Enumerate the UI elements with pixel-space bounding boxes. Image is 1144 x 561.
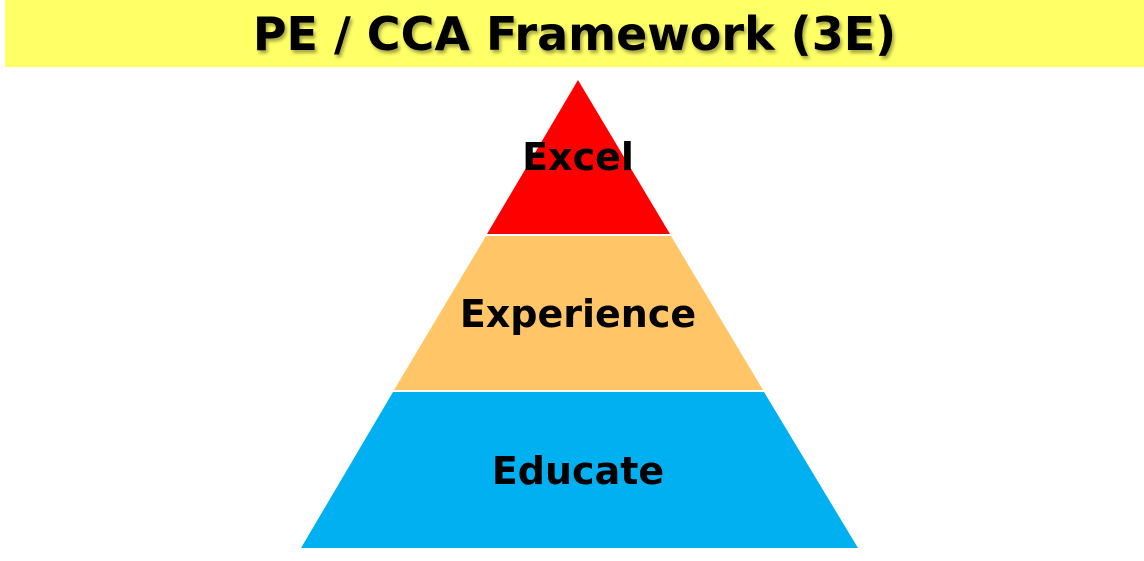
tier-educate-label: Educate <box>492 449 664 493</box>
pyramid-diagram: Excel Experience Educate <box>301 80 858 548</box>
tier-excel-label: Excel <box>522 135 634 179</box>
tier-experience-label: Experience <box>460 292 696 336</box>
